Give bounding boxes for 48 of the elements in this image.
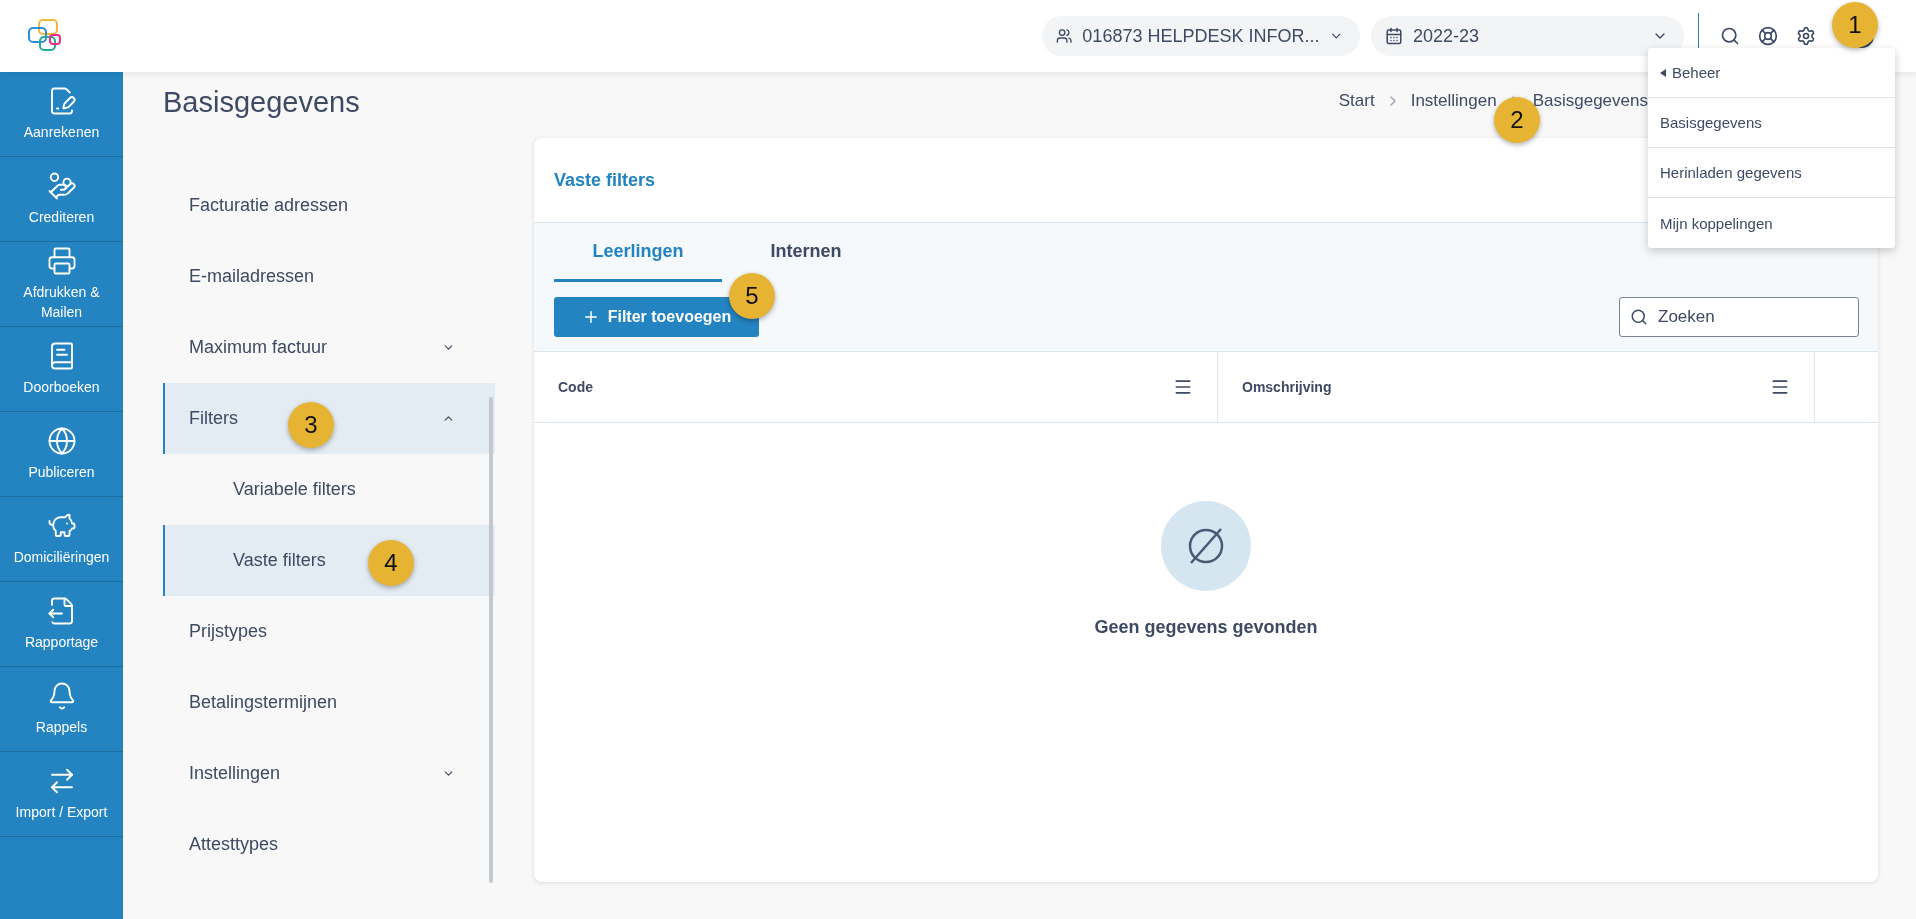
breadcrumb-link[interactable]: Instellingen: [1410, 91, 1497, 111]
tab[interactable]: Leerlingen: [554, 223, 722, 282]
search-field[interactable]: Zoeken: [1656, 306, 1848, 328]
search-box[interactable]: Zoeken: [1619, 297, 1859, 337]
settings-menu-item[interactable]: Maximum factuur: [163, 312, 495, 383]
breadcrumb-link[interactable]: Start: [1338, 91, 1375, 111]
hand-coin-icon: [46, 171, 77, 201]
nav-item[interactable]: Rappels: [0, 667, 123, 752]
settings-menu-item[interactable]: Attesttypes: [163, 809, 495, 880]
printer-icon: [46, 246, 77, 276]
settings-menu-item[interactable]: Instellingen: [163, 738, 495, 809]
caret-left-icon: [1660, 68, 1666, 77]
menu-icon[interactable]: [1770, 377, 1790, 397]
empty-set-icon: [1161, 501, 1251, 591]
menu-item[interactable]: Mijn koppelingen: [1648, 198, 1895, 248]
back-menu-item[interactable]: Beheer: [1648, 48, 1895, 98]
lifebuoy-button[interactable]: [1758, 26, 1778, 46]
nav-item[interactable]: Rapportage: [0, 582, 123, 667]
nav-item[interactable]: Publiceren: [0, 412, 123, 497]
globe-icon: [46, 426, 77, 456]
column-header: Omschrijving: [1218, 352, 1815, 422]
column-header: Code: [534, 352, 1218, 422]
organisation-select[interactable]: 016873 HELPDESK INFOR...: [1042, 16, 1360, 56]
search-button[interactable]: [1720, 26, 1740, 46]
nav-item[interactable]: Aanrekenen: [0, 72, 123, 157]
nav-item[interactable]: Domiciliëringen: [0, 497, 123, 582]
nav-item[interactable]: Crediteren: [0, 157, 123, 242]
calendar-icon: [1385, 27, 1403, 45]
scrollbar[interactable]: [489, 397, 493, 883]
breadcrumb-link[interactable]: Basisgegevens: [1532, 91, 1648, 111]
users-icon: [1056, 27, 1073, 45]
school-year-select[interactable]: 2022-23: [1371, 16, 1684, 56]
settings-menu-item[interactable]: Variabele filters: [163, 454, 495, 525]
settings-button[interactable]: [1796, 26, 1816, 46]
settings-menu-item[interactable]: E-mailadressen: [163, 241, 495, 312]
page-title: Basisgegevens: [163, 85, 361, 120]
nav-item[interactable]: Import / Export: [0, 752, 123, 837]
menu-item[interactable]: Basisgegevens: [1648, 98, 1895, 148]
menu-icon[interactable]: [1173, 377, 1193, 397]
menu-item[interactable]: Herinladen gegevens: [1648, 148, 1895, 198]
settings-menu-item[interactable]: Facturatie adressen: [163, 170, 495, 241]
nav-item[interactable]: Doorboeken: [0, 327, 123, 412]
nav-item[interactable]: Afdrukken & Mailen: [0, 242, 123, 327]
card-title: Vaste filters: [554, 169, 656, 191]
empty-message: Geen gegevens gevonden: [1094, 617, 1318, 638]
settings-menu-item[interactable]: Betalingstermijnen: [163, 667, 495, 738]
settings-menu-item[interactable]: Prijstypes: [163, 596, 495, 667]
search-icon: [1630, 308, 1648, 326]
